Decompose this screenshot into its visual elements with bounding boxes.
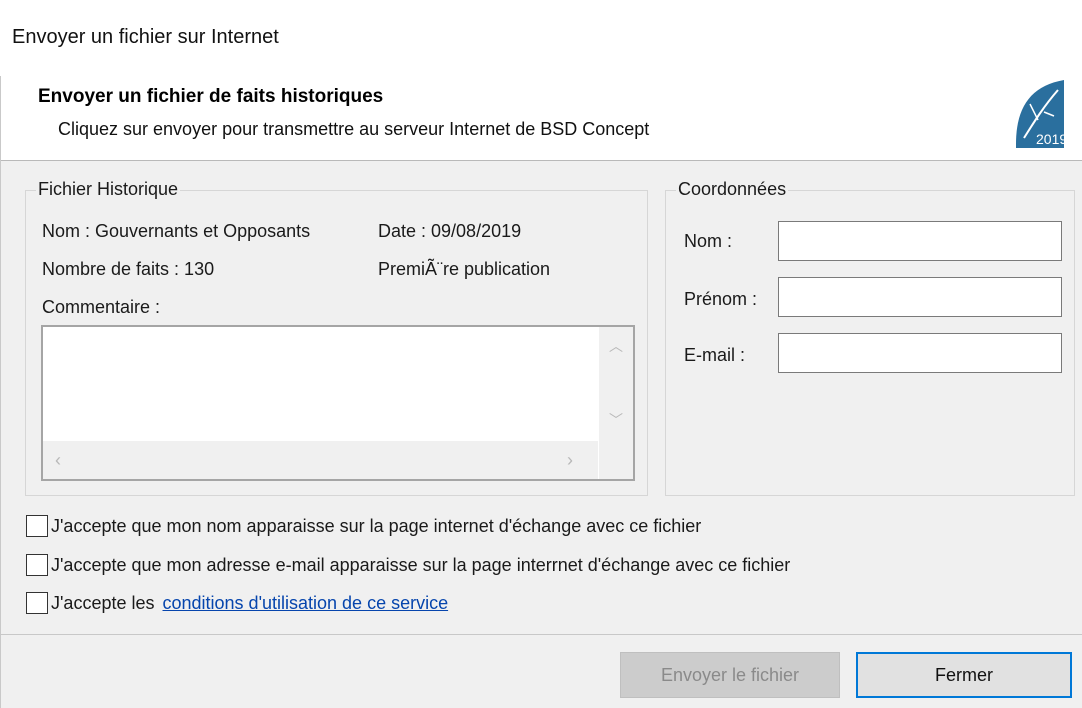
scrollbar-corner (599, 441, 633, 479)
leaf-logo-icon: 2019 (1016, 80, 1066, 148)
consent-email-label[interactable]: J'accepte que mon adresse e-mail apparai… (51, 555, 790, 575)
comment-textarea-frame: ︿ ﹀ ‹ › (41, 325, 635, 481)
facts-count-label: Nombre de faits : 130 (42, 259, 215, 279)
header-subtitle: Cliquez sur envoyer pour transmettre au … (58, 119, 650, 139)
send-file-button[interactable]: Envoyer le fichier (620, 652, 840, 698)
contact-group-legend: Coordonnées (676, 179, 789, 200)
close-button[interactable]: Fermer (856, 652, 1072, 698)
consent-email-row: J'accepte que mon adresse e-mail apparai… (26, 554, 790, 580)
horizontal-scrollbar[interactable]: ‹ › (43, 441, 598, 479)
scroll-down-icon[interactable]: ﹀ (609, 413, 623, 427)
nom-field[interactable] (778, 221, 1062, 261)
scroll-up-icon[interactable]: ︿ (609, 339, 623, 353)
prenom-field[interactable] (778, 277, 1062, 317)
window-title: Envoyer un fichier sur Internet (12, 26, 279, 48)
publication-status-label: PremiÃ¨re publication (378, 259, 551, 279)
title-bar: Envoyer un fichier sur Internet (0, 0, 1082, 76)
header-title: Envoyer un fichier de faits historiques (38, 86, 384, 107)
email-field[interactable] (778, 333, 1062, 373)
scroll-right-icon[interactable]: › (567, 451, 573, 469)
file-date-label: Date : 09/08/2019 (378, 221, 522, 241)
file-name-label: Nom : Gouvernants et Opposants (42, 221, 311, 241)
window-border (0, 76, 1, 708)
consent-email-checkbox[interactable] (26, 554, 48, 577)
history-file-group: Fichier Historique Nom : Gouvernants et … (25, 179, 648, 496)
contact-details-group: Coordonnées Nom : Prénom : E-mail : (665, 179, 1075, 496)
nom-label: Nom : (684, 231, 733, 251)
footer-separator (0, 634, 1082, 635)
consent-terms-row: J'accepte les conditions d'utilisation de… (26, 592, 448, 618)
consent-terms-label[interactable]: J'accepte les (51, 593, 155, 613)
vertical-scrollbar[interactable]: ︿ ﹀ (599, 327, 633, 441)
header-banner: Envoyer un fichier de faits historiques … (0, 76, 1082, 161)
comment-label: Commentaire : (42, 297, 161, 317)
terms-of-service-link[interactable]: conditions d'utilisation de ce service (163, 593, 449, 613)
email-label: E-mail : (684, 345, 746, 365)
consent-terms-checkbox[interactable] (26, 592, 48, 615)
scroll-left-icon[interactable]: ‹ (55, 451, 61, 469)
consent-name-checkbox[interactable] (26, 515, 48, 538)
consent-name-label[interactable]: J'accepte que mon nom apparaisse sur la … (51, 516, 701, 536)
consent-name-row: J'accepte que mon nom apparaisse sur la … (26, 515, 701, 541)
prenom-label: Prénom : (684, 289, 758, 309)
logo-year: 2019 (1036, 131, 1066, 147)
history-group-legend: Fichier Historique (36, 179, 181, 200)
comment-textarea[interactable] (43, 327, 598, 441)
